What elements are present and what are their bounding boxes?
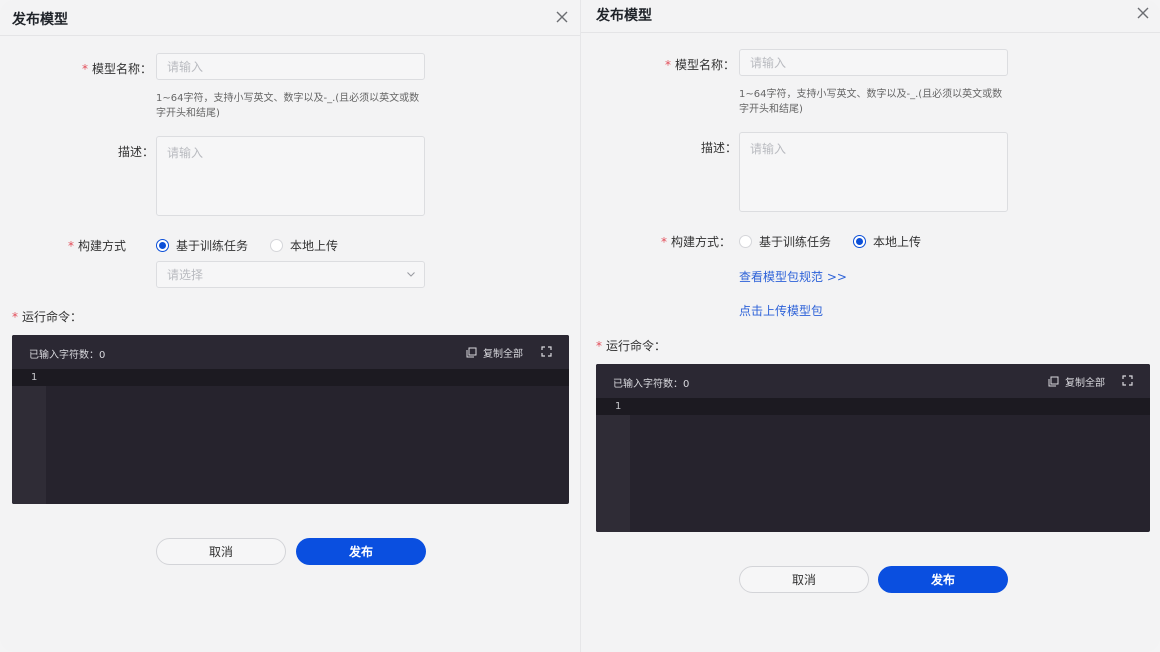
required-mark: * bbox=[82, 62, 88, 76]
build-method-radio-group: 基于训练任务 本地上传 bbox=[739, 233, 943, 250]
hint-line-2: 字开头和结尾) bbox=[739, 104, 803, 115]
dialog-title: 发布模型 bbox=[12, 12, 68, 28]
radio-selected-icon bbox=[853, 235, 867, 248]
line-number: 1 bbox=[31, 372, 38, 383]
header-divider bbox=[0, 35, 580, 36]
editor-gutter bbox=[596, 398, 630, 532]
model-name-hint: 1~64字符，支持小写英文、数字以及-_.(且必须以英文或数 字开头和结尾) bbox=[739, 87, 1014, 117]
radio-local-upload[interactable]: 本地上传 bbox=[853, 233, 921, 250]
select-placeholder: 请选择 bbox=[167, 268, 204, 282]
build-method-radio-group: 基于训练任务 本地上传 bbox=[156, 237, 360, 254]
cancel-button[interactable]: 取消 bbox=[156, 538, 286, 565]
radio-label: 本地上传 bbox=[873, 235, 922, 249]
code-editor[interactable]: 已输入字符数：0 复制全部 1 bbox=[596, 364, 1150, 532]
required-mark: * bbox=[12, 310, 18, 324]
char-count: 已输入字符数：0 bbox=[613, 379, 690, 390]
copy-icon bbox=[1048, 376, 1059, 387]
model-package-spec-link[interactable]: 查看模型包规范 >> bbox=[739, 268, 847, 285]
publish-model-dialog-left: 发布模型 * 模型名称： 请输入 1~64字符，支持小写英文、数字以及-_.(且必… bbox=[0, 0, 580, 652]
build-method-label: * 构建方式 bbox=[68, 239, 127, 253]
header-divider bbox=[581, 32, 1160, 33]
run-command-label: * 运行命令： bbox=[596, 339, 667, 353]
code-editor[interactable]: 已输入字符数：0 复制全部 1 bbox=[12, 335, 569, 504]
screenshot-canvas: 发布模型 * 模型名称： 请输入 1~64字符，支持小写英文、数字以及-_.(且必… bbox=[0, 0, 1160, 652]
editor-gutter bbox=[12, 369, 46, 504]
radio-selected-icon bbox=[156, 239, 169, 252]
publish-button[interactable]: 发布 bbox=[296, 538, 426, 565]
description-label: 描述： bbox=[118, 145, 155, 159]
fullscreen-icon[interactable] bbox=[1122, 375, 1133, 386]
copy-label: 复制全部 bbox=[483, 349, 523, 360]
close-icon[interactable] bbox=[554, 9, 570, 25]
active-line bbox=[12, 369, 569, 386]
publish-button[interactable]: 发布 bbox=[878, 566, 1008, 593]
close-icon[interactable] bbox=[1135, 5, 1151, 21]
hint-line-1: 1~64字符，支持小写英文、数字以及-_.(且必须以英文或数 bbox=[156, 93, 420, 104]
model-name-input[interactable]: 请输入 bbox=[156, 53, 425, 80]
copy-label: 复制全部 bbox=[1065, 378, 1105, 389]
radio-unselected-icon bbox=[739, 235, 752, 248]
run-command-label: * 运行命令： bbox=[12, 310, 83, 324]
model-name-hint: 1~64字符，支持小写英文、数字以及-_.(且必须以英文或数 字开头和结尾) bbox=[156, 91, 431, 121]
fullscreen-icon[interactable] bbox=[541, 346, 552, 357]
publish-model-dialog-right: 发布模型 * 模型名称： 请输入 1~64字符，支持小写英文、数字以及-_.(且必… bbox=[581, 0, 1160, 652]
radio-label: 基于训练任务 bbox=[176, 239, 249, 253]
radio-training-task[interactable]: 基于训练任务 bbox=[156, 237, 248, 254]
hint-line-1: 1~64字符，支持小写英文、数字以及-_.(且必须以英文或数 bbox=[739, 89, 1003, 100]
chevron-down-icon bbox=[407, 271, 415, 277]
radio-label: 本地上传 bbox=[290, 239, 339, 253]
description-textarea[interactable]: 请输入 bbox=[739, 132, 1008, 212]
required-mark: * bbox=[68, 239, 74, 253]
dialog-title: 发布模型 bbox=[596, 8, 652, 24]
description-label: 描述： bbox=[701, 141, 738, 155]
description-textarea[interactable]: 请输入 bbox=[156, 136, 425, 216]
copy-icon bbox=[466, 347, 477, 358]
model-name-input[interactable]: 请输入 bbox=[739, 49, 1008, 76]
required-mark: * bbox=[596, 339, 602, 353]
build-method-label: * 构建方式： bbox=[661, 235, 732, 249]
required-mark: * bbox=[665, 58, 671, 72]
copy-all-button[interactable]: 复制全部 bbox=[466, 345, 523, 360]
char-count: 已输入字符数：0 bbox=[29, 350, 106, 361]
required-mark: * bbox=[661, 235, 667, 249]
radio-unselected-icon bbox=[270, 239, 284, 252]
hint-line-2: 字开头和结尾) bbox=[156, 108, 220, 119]
cancel-button[interactable]: 取消 bbox=[739, 566, 869, 593]
training-task-select[interactable]: 请选择 bbox=[156, 261, 425, 288]
copy-all-button[interactable]: 复制全部 bbox=[1048, 374, 1105, 389]
model-name-label: * 模型名称： bbox=[665, 58, 736, 72]
model-name-label: * 模型名称： bbox=[82, 62, 153, 76]
radio-label: 基于训练任务 bbox=[759, 235, 832, 249]
radio-training-task[interactable]: 基于训练任务 bbox=[739, 233, 831, 250]
active-line bbox=[596, 398, 1150, 415]
radio-local-upload[interactable]: 本地上传 bbox=[270, 237, 338, 254]
line-number: 1 bbox=[615, 401, 622, 412]
upload-model-package-link[interactable]: 点击上传模型包 bbox=[739, 302, 823, 319]
